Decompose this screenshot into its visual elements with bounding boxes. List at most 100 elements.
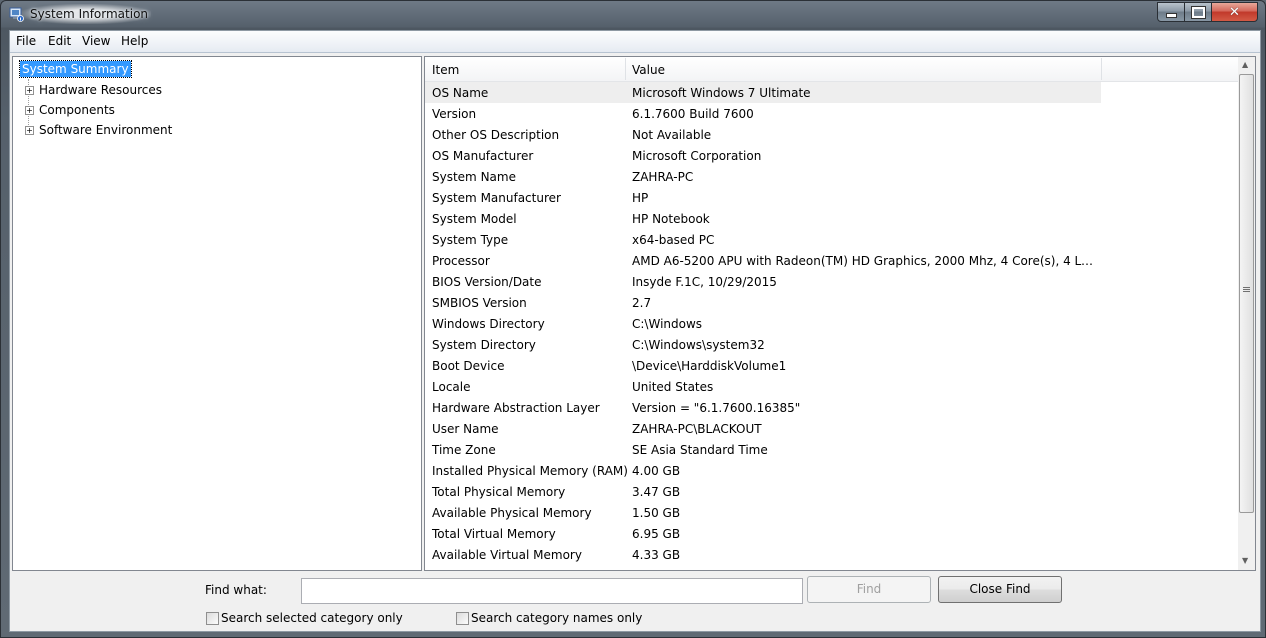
find-what-input[interactable] — [301, 578, 803, 604]
cell-value: x64-based PC — [632, 233, 715, 247]
search-category-names-checkbox[interactable]: Search category names only — [456, 611, 646, 626]
cell-value: HP — [632, 191, 649, 205]
menu-view[interactable]: View — [82, 34, 110, 48]
table-row[interactable]: BIOS Version/Date Insyde F.1C, 10/29/2015 — [425, 271, 1238, 292]
cell-value: 6.1.7600 Build 7600 — [632, 107, 754, 121]
column-separator[interactable] — [625, 58, 626, 80]
find-what-label: Find what: — [205, 583, 267, 597]
scroll-down-arrow-icon[interactable]: ▼ — [1242, 556, 1248, 565]
cell-value: \Device\HarddiskVolume1 — [632, 359, 787, 373]
cell-value: 4.33 GB — [632, 548, 681, 562]
cell-value: C:\Windows — [632, 317, 703, 331]
menu-bar: File Edit View Help — [10, 31, 1260, 53]
expand-icon[interactable]: + — [25, 86, 34, 95]
scroll-up-arrow-icon[interactable]: ▲ — [1242, 60, 1248, 69]
table-row[interactable]: Total Physical Memory 3.47 GB — [425, 481, 1238, 502]
cell-value: ZAHRA-PC — [632, 170, 694, 184]
cell-item: BIOS Version/Date — [432, 275, 542, 289]
table-row[interactable]: System Manufacturer HP — [425, 187, 1238, 208]
cell-item: SMBIOS Version — [432, 296, 527, 310]
table-row[interactable]: Time Zone SE Asia Standard Time — [425, 439, 1238, 460]
table-row[interactable]: Hardware Abstraction Layer Version = "6.1… — [425, 397, 1238, 418]
close-button[interactable]: ✕ — [1211, 2, 1258, 22]
table-row[interactable]: Available Virtual Memory 4.33 GB — [425, 544, 1238, 565]
expand-icon[interactable]: + — [25, 106, 34, 115]
cell-item: Boot Device — [432, 359, 505, 373]
system-information-icon — [9, 7, 24, 22]
maximize-icon — [1190, 5, 1206, 19]
scroll-thumb[interactable] — [1239, 74, 1254, 513]
category-tree[interactable]: System Summary + Hardware Resources + Co… — [12, 56, 422, 571]
table-row[interactable]: Processor AMD A6-5200 APU with Radeon(TM)… — [425, 250, 1238, 271]
close-icon: ✕ — [1229, 4, 1240, 20]
tree-item-label: Hardware Resources — [39, 83, 163, 97]
cell-value: United States — [632, 380, 714, 394]
cell-item: System Directory — [432, 338, 536, 352]
cell-value: 2.7 — [632, 296, 652, 310]
cell-item: Installed Physical Memory (RAM) — [432, 464, 628, 478]
cell-item: Total Virtual Memory — [432, 527, 556, 541]
cell-item: System Name — [432, 170, 516, 184]
cell-value: 4.00 GB — [632, 464, 681, 478]
minimize-button[interactable] — [1157, 2, 1185, 22]
grip-line — [1243, 287, 1250, 288]
close-find-button[interactable]: Close Find — [938, 576, 1062, 603]
cell-value: SE Asia Standard Time — [632, 443, 768, 457]
checkbox-label: Search selected category only — [221, 611, 403, 625]
cell-item: Windows Directory — [432, 317, 545, 331]
cell-item: System Type — [432, 233, 509, 247]
tree-item-system-summary[interactable]: System Summary — [19, 60, 132, 78]
list-rows: OS Name Microsoft Windows 7 Ultimate Versi… — [425, 82, 1238, 565]
table-row[interactable]: OS Manufacturer Microsoft Corporation — [425, 145, 1238, 166]
find-button[interactable]: Find — [807, 576, 931, 603]
menu-edit[interactable]: Edit — [48, 34, 71, 48]
cell-value: 3.47 GB — [632, 485, 681, 499]
title-bar[interactable]: System Information ✕ — [1, 1, 1265, 29]
window-controls: ✕ — [1157, 2, 1261, 22]
cell-item: Processor — [432, 254, 490, 268]
cell-value: Insyde F.1C, 10/29/2015 — [632, 275, 777, 289]
table-row[interactable]: Available Physical Memory 1.50 GB — [425, 502, 1238, 523]
cell-value: 1.50 GB — [632, 506, 681, 520]
table-row[interactable]: Installed Physical Memory (RAM) 4.00 GB — [425, 460, 1238, 481]
table-row[interactable]: System Model HP Notebook — [425, 208, 1238, 229]
expand-icon[interactable]: + — [25, 126, 34, 135]
table-row[interactable]: System Name ZAHRA-PC — [425, 166, 1238, 187]
table-row[interactable]: System Type x64-based PC — [425, 229, 1238, 250]
cell-item: User Name — [432, 422, 499, 436]
menu-help[interactable]: Help — [121, 34, 148, 48]
table-row[interactable]: SMBIOS Version 2.7 — [425, 292, 1238, 313]
cell-item: System Model — [432, 212, 517, 226]
window-frame: System Information ✕ File Edit View Help… — [0, 0, 1266, 638]
checkbox-label: Search category names only — [471, 611, 643, 625]
checkbox-box[interactable] — [456, 612, 469, 625]
cell-item: Other OS Description — [432, 128, 560, 142]
search-selected-category-checkbox[interactable]: Search selected category only — [206, 611, 406, 626]
cell-value: ZAHRA-PC\BLACKOUT — [632, 422, 762, 436]
column-header-value[interactable]: Value — [632, 63, 665, 77]
grip-line — [1243, 289, 1250, 290]
column-header-item[interactable]: Item — [432, 63, 459, 77]
menu-file[interactable]: File — [16, 34, 36, 48]
table-row[interactable]: System Directory C:\Windows\system32 — [425, 334, 1238, 355]
checkbox-box[interactable] — [206, 612, 219, 625]
details-list[interactable]: Item Value OS Name Microsoft Windows 7 Ul… — [424, 56, 1256, 571]
table-row[interactable]: Other OS Description Not Available — [425, 124, 1238, 145]
tree-item-label: Software Environment — [39, 123, 173, 137]
table-row[interactable]: User Name ZAHRA-PC\BLACKOUT — [425, 418, 1238, 439]
cell-item: Locale — [432, 380, 471, 394]
vertical-scrollbar[interactable]: ▲ ▼ — [1238, 57, 1255, 570]
cell-value: C:\Windows\system32 — [632, 338, 765, 352]
table-row[interactable]: Total Virtual Memory 6.95 GB — [425, 523, 1238, 544]
table-row[interactable]: Version 6.1.7600 Build 7600 — [425, 103, 1238, 124]
window-title: System Information — [30, 7, 149, 21]
table-row[interactable]: Boot Device \Device\HarddiskVolume1 — [425, 355, 1238, 376]
table-row[interactable]: Windows Directory C:\Windows — [425, 313, 1238, 334]
maximize-button[interactable] — [1184, 2, 1212, 22]
cell-item: Time Zone — [432, 443, 496, 457]
cell-item: Available Virtual Memory — [432, 548, 582, 562]
column-separator[interactable] — [1101, 58, 1102, 80]
cell-item: Version — [432, 107, 477, 121]
table-row[interactable]: Locale United States — [425, 376, 1238, 397]
table-row[interactable]: OS Name Microsoft Windows 7 Ultimate — [425, 82, 1238, 103]
